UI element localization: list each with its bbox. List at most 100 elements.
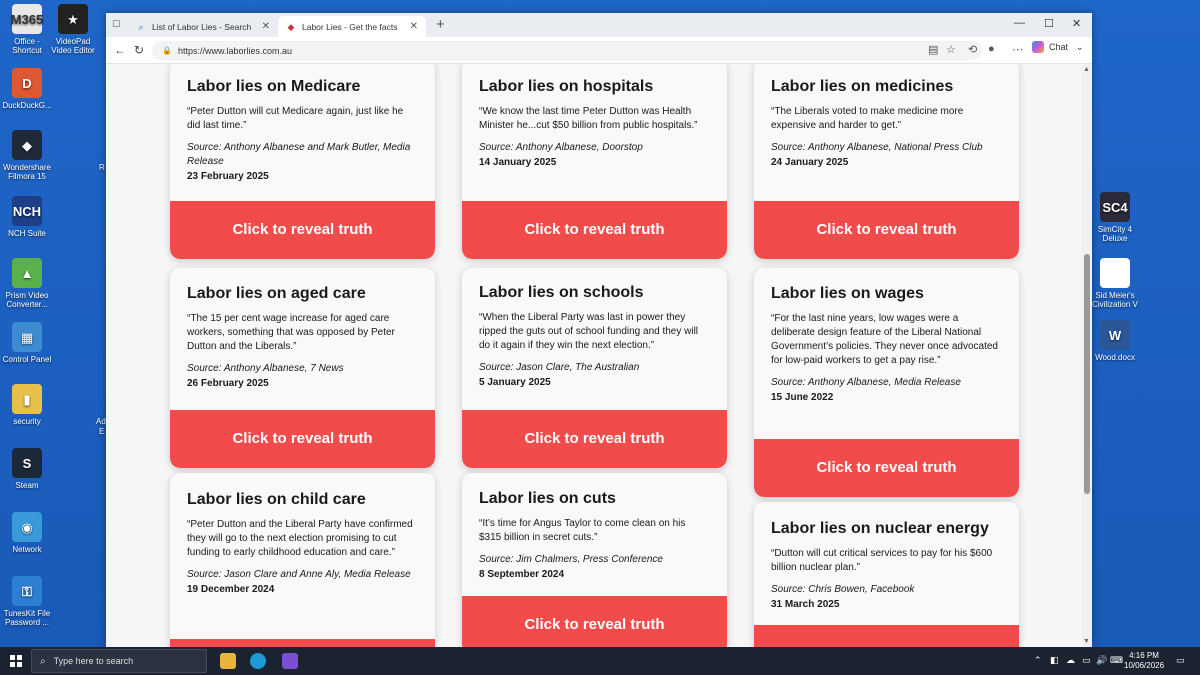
- desktop-icon[interactable]: W Wood.docx: [1090, 320, 1140, 362]
- app-icon: ▦: [12, 322, 42, 352]
- card-body: Labor lies on schools “When the Liberal P…: [462, 268, 727, 388]
- app-icon: M365: [11, 4, 43, 34]
- chevron-up-icon[interactable]: ⌃: [1034, 655, 1042, 666]
- language-icon[interactable]: ⌨: [1110, 655, 1123, 666]
- card-body: Labor lies on child care “Peter Dutton an…: [170, 473, 435, 595]
- tray-icon[interactable]: ◧: [1050, 655, 1059, 666]
- card-source: Source: Anthony Albanese, Doorstop: [479, 142, 643, 153]
- close-tab-icon[interactable]: ✕: [410, 21, 418, 32]
- reveal-truth-button[interactable]: Click to reveal truth: [462, 201, 727, 259]
- app-icon[interactable]: [282, 653, 298, 669]
- lie-card: Labor lies on wages “For the last nine ye…: [754, 268, 1019, 497]
- profile-avatar[interactable]: ●: [988, 43, 995, 55]
- card-body: Labor lies on hospitals “We know the last…: [462, 64, 727, 168]
- tab-bar: ▢ ⌕ List of Labor Lies - Search ✕ ◆ Labo…: [106, 13, 1092, 37]
- card-source: Source: Jason Clare and Anne Aly, Media …: [187, 569, 411, 580]
- card-body: Labor lies on aged care “The 15 per cent …: [170, 268, 435, 389]
- minimize-button[interactable]: —: [1014, 17, 1025, 29]
- card-date: 26 February 2025: [187, 378, 269, 389]
- desktop-icon[interactable]: ⚿ TunesKit File Password ...: [2, 576, 52, 627]
- favorite-star-icon[interactable]: ☆: [946, 43, 956, 56]
- desktop-icon[interactable]: NCH NCH Suite: [2, 196, 52, 238]
- reveal-truth-button[interactable]: Click to reveal truth: [170, 639, 435, 647]
- lie-card: Labor lies on schools “When the Liberal P…: [462, 268, 727, 468]
- desktop-icon[interactable]: ▦ Control Panel: [2, 322, 52, 364]
- taskbar-search[interactable]: ⌕ Type here to search: [31, 649, 207, 673]
- search-placeholder: Type here to search: [53, 656, 134, 666]
- clock-time: 4:16 PM: [1129, 651, 1159, 660]
- desktop-icon[interactable]: ▮ security: [2, 384, 52, 426]
- card-quote: “Peter Dutton will cut Medicare again, j…: [187, 106, 404, 131]
- desktop-icon[interactable]: ◆ Wondershare Filmora 15: [2, 130, 52, 181]
- desktop-icon[interactable]: Sid Meier's Civilization V: [1090, 258, 1140, 309]
- address-bar[interactable]: 🔒 https://www.laborlies.com.au: [152, 41, 982, 60]
- reveal-truth-button[interactable]: Click to reveal truth: [170, 201, 435, 259]
- card-source: Source: Jim Chalmers, Press Conference: [479, 554, 663, 565]
- notification-icon[interactable]: ▭: [1176, 655, 1185, 666]
- reveal-truth-button[interactable]: Click to reveal truth: [754, 439, 1019, 497]
- tab-title: Labor Lies - Get the facts: [302, 21, 398, 32]
- card-source: Source: Anthony Albanese, National Press…: [771, 142, 983, 153]
- more-options-icon[interactable]: ⋯: [1012, 43, 1023, 56]
- card-quote: “Dutton will cut critical services to pa…: [771, 548, 993, 573]
- app-icon: [1100, 258, 1130, 288]
- history-icon[interactable]: ⟲: [968, 43, 977, 56]
- tab-actions-icon[interactable]: ▢: [112, 18, 121, 29]
- page-scrollbar[interactable]: ▲ ▼: [1082, 64, 1092, 647]
- tab-search[interactable]: ⌕ List of Labor Lies - Search ✕: [128, 16, 278, 37]
- reveal-truth-button[interactable]: Click to reveal truth: [754, 625, 1019, 647]
- card-quote: “The 15 per cent wage increase for aged …: [187, 313, 395, 352]
- card-date: 19 December 2024: [187, 584, 275, 595]
- reveal-truth-button[interactable]: Click to reveal truth: [170, 410, 435, 468]
- back-arrow-icon[interactable]: ←: [114, 43, 126, 57]
- maximize-button[interactable]: ☐: [1044, 17, 1054, 30]
- scroll-up-icon[interactable]: ▲: [1083, 66, 1090, 73]
- taskbar: ⌕ Type here to search ⌃ ◧ ☁ ▭ 🔊 ⌨ 4:16 P…: [0, 647, 1200, 675]
- card-body: Labor lies on wages “For the last nine ye…: [754, 268, 1019, 403]
- desktop-icon[interactable]: M365 Office - Shortcut: [2, 4, 52, 55]
- desktop-icon-label: Control Panel: [2, 355, 52, 364]
- lie-card: Labor lies on Medicare “Peter Dutton will…: [170, 64, 435, 259]
- reveal-truth-button[interactable]: Click to reveal truth: [462, 596, 727, 647]
- card-body: Labor lies on cuts “It’s time for Angus T…: [462, 473, 727, 580]
- scroll-down-icon[interactable]: ▼: [1083, 638, 1090, 645]
- edge-browser-icon[interactable]: [250, 653, 266, 669]
- lie-card: Labor lies on nuclear energy “Dutton will…: [754, 502, 1019, 647]
- desktop-icon[interactable]: D DuckDuckG...: [2, 68, 52, 110]
- desktop-icon[interactable]: ▲ Prism Video Converter...: [2, 258, 52, 309]
- app-icon: ◉: [12, 512, 42, 542]
- volume-icon[interactable]: 🔊: [1096, 655, 1107, 666]
- reveal-truth-button[interactable]: Click to reveal truth: [754, 201, 1019, 259]
- start-button[interactable]: [10, 655, 22, 667]
- app-icon: ◆: [12, 130, 42, 160]
- card-title: Labor lies on wages: [771, 285, 924, 302]
- network-icon[interactable]: ▭: [1082, 655, 1091, 666]
- desktop-icon-label: security: [13, 417, 41, 426]
- desktop-icon-label: DuckDuckG...: [2, 101, 52, 110]
- lock-icon: 🔒: [162, 46, 172, 55]
- desktop-icon[interactable]: ★ VideoPad Video Editor: [48, 4, 98, 55]
- search-icon: ⌕: [138, 21, 144, 32]
- onedrive-icon[interactable]: ☁: [1066, 655, 1075, 666]
- tab-laborlies[interactable]: ◆ Labor Lies - Get the facts ✕: [278, 16, 426, 37]
- desktop-icon[interactable]: ◉ Network: [2, 512, 52, 554]
- system-clock[interactable]: 4:16 PM 10/06/2026: [1124, 651, 1164, 671]
- new-tab-button[interactable]: +: [436, 16, 445, 33]
- chat-label: Chat: [1049, 42, 1069, 52]
- favicon-icon: ◆: [287, 21, 295, 32]
- desktop-icon-label: Wood.docx: [1095, 353, 1135, 362]
- desktop-icon[interactable]: SC4 SimCity 4 Deluxe: [1090, 192, 1140, 243]
- reader-mode-icon[interactable]: ▤: [928, 43, 938, 56]
- desktop-icon-label: TunesKit File Password ...: [3, 609, 51, 627]
- file-explorer-icon[interactable]: [220, 653, 236, 669]
- lie-card: Labor lies on medicines “The Liberals vot…: [754, 64, 1019, 259]
- scrollbar-thumb[interactable]: [1084, 254, 1090, 494]
- card-quote: “It’s time for Angus Taylor to come clea…: [479, 518, 686, 543]
- reveal-truth-button[interactable]: Click to reveal truth: [462, 410, 727, 468]
- card-body: Labor lies on medicines “The Liberals vot…: [754, 64, 1019, 168]
- desktop-icon[interactable]: S Steam: [2, 448, 52, 490]
- copilot-chat-button[interactable]: Chat ⌄: [1032, 41, 1084, 53]
- close-window-button[interactable]: ✕: [1072, 17, 1081, 30]
- refresh-icon[interactable]: ↻: [134, 43, 144, 57]
- close-tab-icon[interactable]: ✕: [262, 21, 270, 32]
